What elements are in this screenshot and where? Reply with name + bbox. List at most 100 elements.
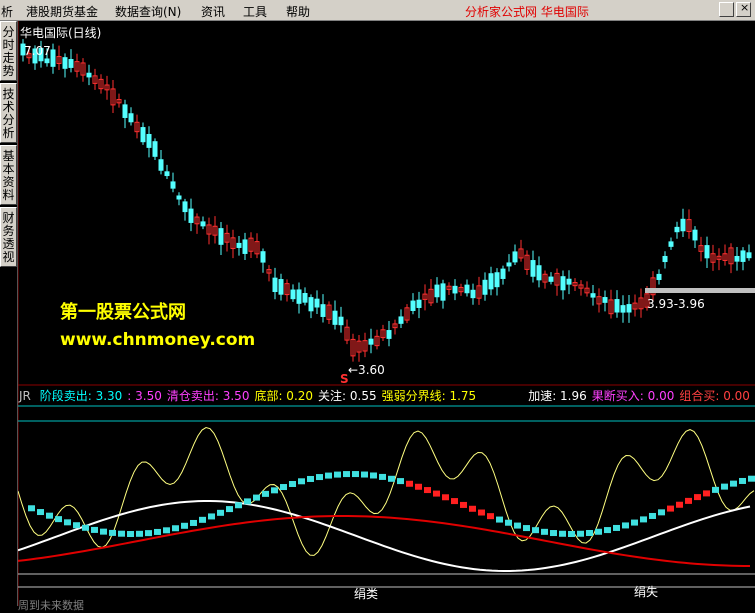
- candle-body: [182, 201, 188, 213]
- indicator-legend-item: 加速: 1.96: [528, 389, 587, 403]
- candle-body: [656, 273, 662, 281]
- indicator-block: [163, 527, 170, 534]
- candle-body: [278, 279, 284, 295]
- indicator-block: [559, 530, 566, 537]
- tab-fundamentals[interactable]: 基本资料: [0, 145, 17, 205]
- indicator-block: [532, 527, 539, 534]
- candle-body: [338, 316, 344, 326]
- menu-item-help[interactable]: 帮助: [286, 3, 310, 20]
- indicator-block: [226, 506, 233, 513]
- indicator-legend-item: 组合买: 0.00: [679, 389, 750, 403]
- indicator-legend-item: 清仓卖出: 3.50: [166, 389, 250, 403]
- indicator-block: [289, 480, 296, 487]
- candle-body: [494, 272, 500, 288]
- indicator-legend-items: 阶段卖出: 3.30: 3.50 清仓卖出: 3.50 底部: 0.20 关注: 0.…: [35, 389, 750, 403]
- indicator-block: [694, 494, 701, 501]
- indicator-legend-item: 底部: 0.20: [254, 389, 314, 403]
- indicator-block: [307, 475, 314, 482]
- close-button[interactable]: ×: [736, 1, 751, 17]
- signal-label-2: 绢失: [634, 585, 659, 599]
- candle-body: [488, 273, 494, 290]
- indicator-block: [28, 505, 35, 512]
- brand-title: 分析家公式网 华电国际: [465, 5, 589, 19]
- candle-body: [218, 228, 224, 245]
- indicator-block: [622, 522, 629, 529]
- candle-body: [692, 229, 698, 241]
- candle-body: [668, 241, 674, 247]
- candle-body: [434, 284, 440, 298]
- indicator-block: [145, 530, 152, 537]
- indicator-block: [514, 522, 521, 529]
- tab-technical-analysis[interactable]: 技术分析: [0, 83, 17, 143]
- candle-body: [590, 293, 596, 298]
- chart-title: 华电国际(日线): [20, 26, 102, 40]
- candle-body: [122, 104, 128, 118]
- indicator-block: [298, 478, 305, 485]
- indicator-block: [190, 519, 197, 526]
- indicator-block: [478, 509, 485, 516]
- candle-body: [68, 59, 74, 68]
- candle-body: [626, 304, 632, 313]
- indicator-legend-item: 果断买入: 0.00: [591, 389, 675, 403]
- indicator-block: [730, 480, 737, 487]
- candle-body: [620, 305, 626, 313]
- indicator-block: [208, 513, 215, 520]
- candle-body: [332, 310, 338, 325]
- indicator-series: [17, 405, 755, 588]
- window-controls: ×: [719, 1, 753, 18]
- indicator-block: [46, 512, 53, 519]
- indicator-block: [91, 526, 98, 533]
- watermark-title: 第一股票公式网: [60, 302, 186, 323]
- range-bar: [645, 288, 755, 293]
- menu-item-news[interactable]: 资讯: [201, 3, 225, 20]
- indicator-block: [280, 484, 287, 491]
- candle-body: [44, 58, 50, 64]
- candle-body: [302, 293, 308, 303]
- tab-intraday[interactable]: 分时走势: [0, 21, 17, 81]
- indicator-block: [460, 501, 467, 508]
- candle-body: [140, 127, 146, 143]
- indicator-block: [217, 509, 224, 516]
- indicator-block: [235, 502, 242, 509]
- candle-body: [470, 289, 476, 299]
- indicator-block: [136, 530, 143, 537]
- candle-body: [506, 262, 512, 267]
- tab-financials[interactable]: 财务透视: [0, 207, 17, 267]
- indicator-legend-item: 关注: 0.55: [318, 389, 377, 403]
- high-price-label: 7.07: [24, 44, 51, 58]
- indicator-block: [505, 519, 512, 526]
- menu-bar: 析 港股期货基金 数据查询(N) 资讯 工具 帮助 分析家公式网 华电国际 ×: [0, 0, 755, 21]
- indicator-block: [244, 498, 251, 505]
- restore-button[interactable]: [719, 2, 734, 17]
- candle-body: [200, 221, 206, 227]
- indicator-block: [703, 490, 710, 497]
- indicator-block: [433, 490, 440, 497]
- indicator-block: [118, 530, 125, 537]
- sell-signal-marker: S: [340, 372, 349, 386]
- menu-item-tools[interactable]: 工具: [243, 3, 267, 20]
- candle-body: [308, 297, 314, 312]
- indicator-block: [712, 486, 719, 493]
- candle-body: [170, 181, 176, 189]
- candle-body: [296, 289, 302, 304]
- menu-item-data-query[interactable]: 数据查询(N): [115, 3, 181, 20]
- candle-body: [452, 285, 458, 294]
- candle-body: [416, 299, 422, 308]
- candle-body: [734, 255, 740, 262]
- indicator-block: [334, 471, 341, 478]
- watermark-url: www.chnmoney.com: [60, 330, 256, 350]
- indicator-block: [451, 498, 458, 505]
- indicator-block: [73, 522, 80, 529]
- indicator-block: [604, 527, 611, 534]
- indicator-block: [595, 528, 602, 535]
- indicator-block: [109, 529, 116, 536]
- indicator-block: [415, 483, 422, 490]
- menu-item-hk-futures-funds[interactable]: 港股期货基金: [26, 3, 98, 20]
- candle-body: [176, 195, 182, 200]
- indicator-block: [424, 487, 431, 494]
- footer-note: 周到未来数据: [18, 599, 84, 612]
- menu-item-analysis[interactable]: 析: [1, 3, 13, 20]
- indicator-block: [721, 483, 728, 490]
- candle-body: [680, 218, 686, 232]
- candle-body: [746, 252, 752, 259]
